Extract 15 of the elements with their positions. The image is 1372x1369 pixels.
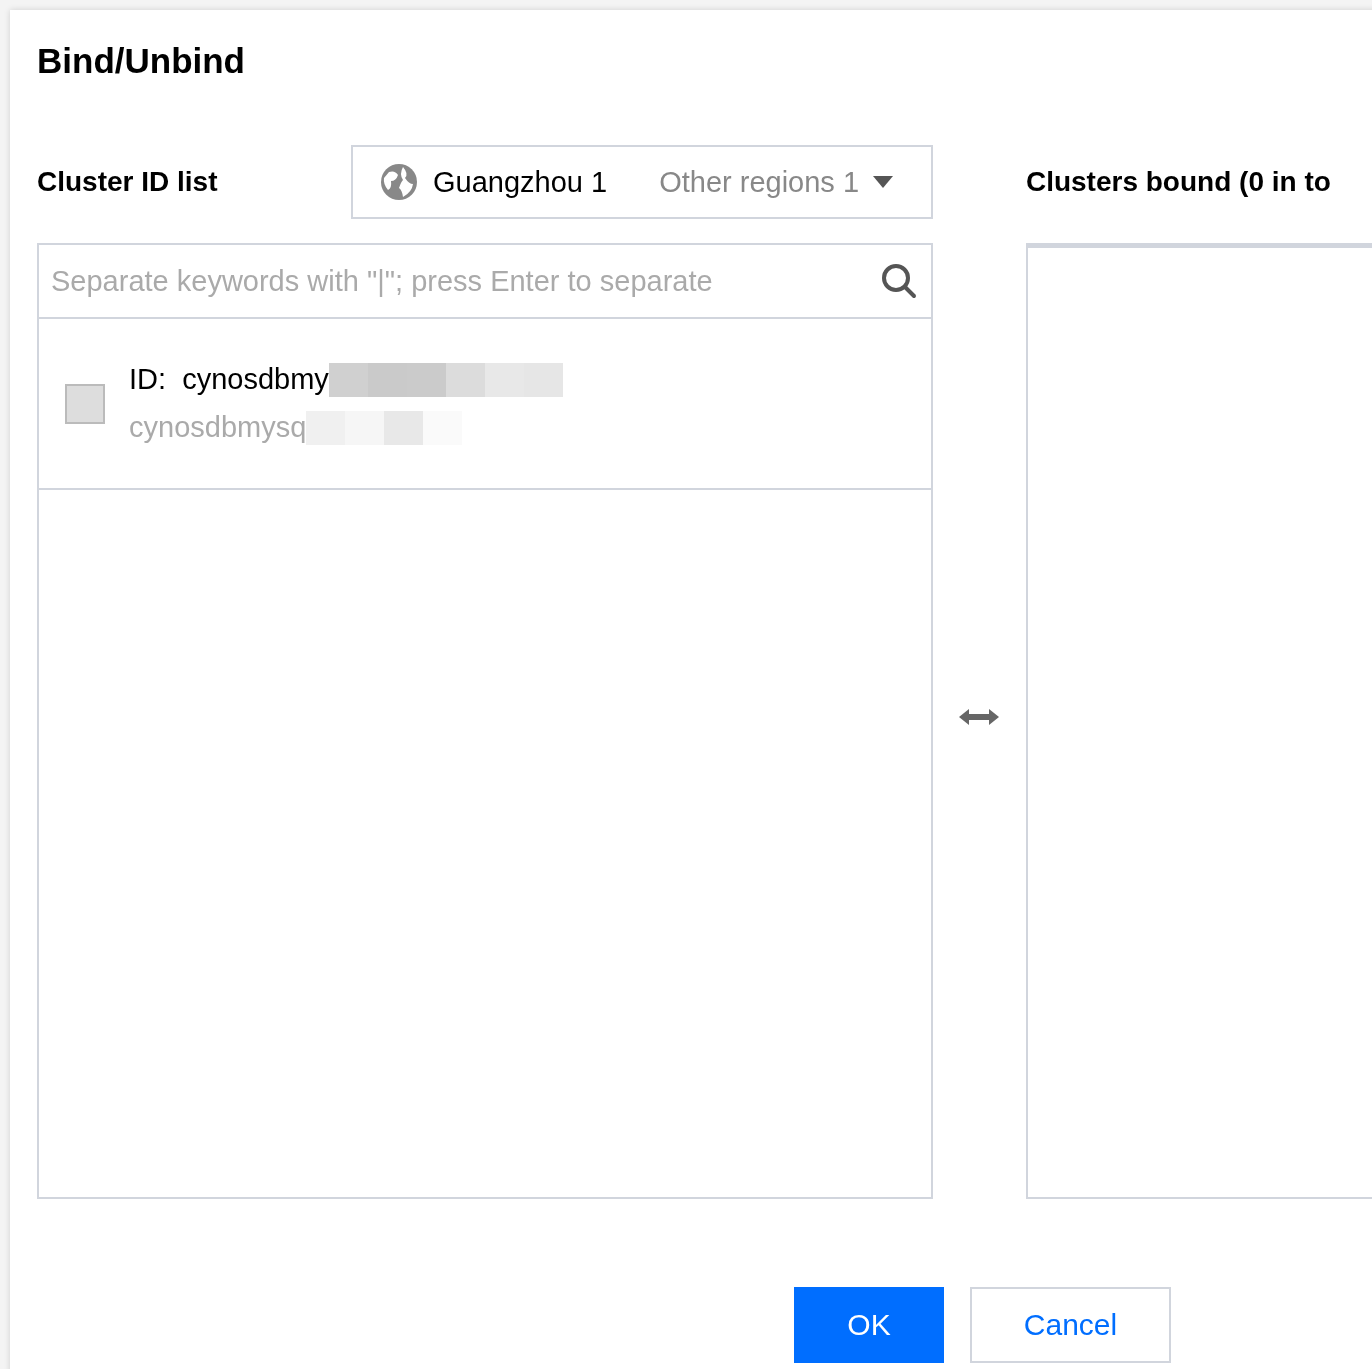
cluster-id: ID: cynosdbmy: [129, 363, 329, 396]
double-arrow-icon: [959, 707, 1000, 727]
ok-button[interactable]: OK: [794, 1287, 944, 1363]
region-selector[interactable]: Guangzhou 1 Other regions 1: [351, 145, 933, 219]
globe-icon: [379, 162, 419, 202]
dialog-title: Bind/Unbind: [37, 40, 246, 82]
search-icon[interactable]: [881, 263, 917, 299]
section-label: Cluster ID list: [37, 166, 218, 198]
region-option[interactable]: Guangzhou 1: [433, 165, 608, 199]
section-label: Clusters bound (0 in to: [1025, 166, 1331, 198]
region-option[interactable]: Other regions 1: [659, 165, 860, 199]
caret-icon: [873, 176, 894, 188]
checkbox[interactable]: [65, 383, 105, 424]
cluster-name: cynosdbmysq: [129, 411, 307, 444]
cancel-button[interactable]: Cancel: [970, 1287, 1171, 1363]
